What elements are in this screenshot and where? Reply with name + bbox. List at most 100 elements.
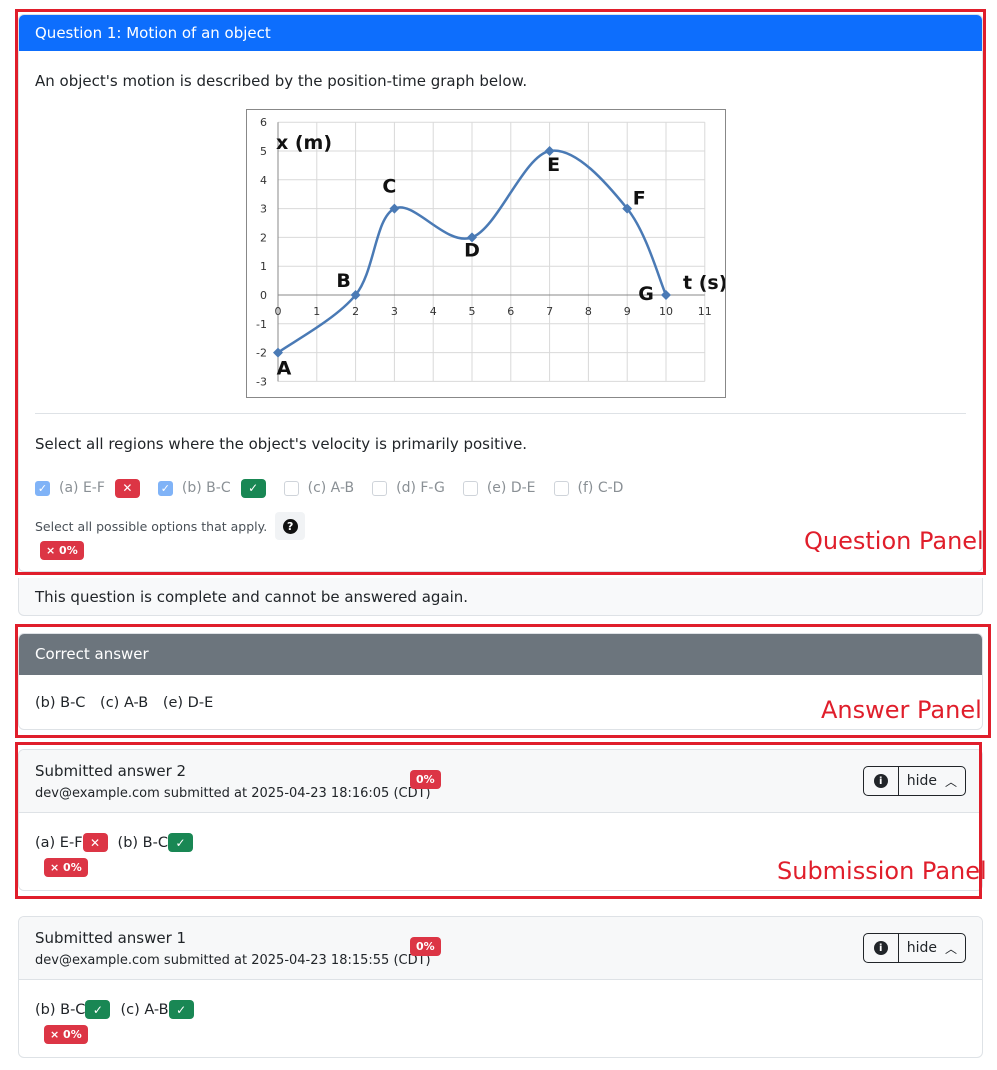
info-icon[interactable]: i <box>864 934 899 962</box>
hide-toggle-button[interactable]: i hide ︿ <box>862 933 966 963</box>
answer-item: (e) D-E <box>162 695 214 711</box>
submission-title: Submitted answer 1 <box>35 929 187 947</box>
option-a[interactable]: ✓ (a) E-F ✕ <box>35 478 140 498</box>
checkbox-icon[interactable] <box>462 480 478 496</box>
question-panel-annotation-label: Question Panel <box>804 527 984 555</box>
x-tick-label: 11 <box>698 305 712 318</box>
question-score: × 0% <box>40 540 84 560</box>
y-tick-label: -2 <box>256 347 267 360</box>
submission-panel-annotation-label: Submission Panel <box>777 857 987 885</box>
question-mark-icon: ? <box>282 518 298 534</box>
y-tick-label: 0 <box>260 289 267 302</box>
data-point-G <box>661 290 671 300</box>
x-tick-label: 1 <box>313 305 320 318</box>
x-tick-label: 10 <box>659 305 673 318</box>
x-tick-label: 0 <box>275 305 282 318</box>
hide-toggle-button[interactable]: i hide ︿ <box>862 766 966 796</box>
checkbox-icon[interactable] <box>372 480 388 496</box>
checkbox-icon[interactable] <box>553 480 569 496</box>
submission-footer-score: × 0% <box>44 1025 88 1044</box>
option-label: (a) E-F <box>59 480 105 496</box>
info-icon[interactable]: i <box>864 767 899 795</box>
submission-body: (b) B-C ✓ (c) A-B ✓ × 0% <box>19 980 982 1044</box>
option-label: (d) F-G <box>396 480 445 496</box>
x-tick-label: 5 <box>469 305 476 318</box>
submitted-item: (b) B-C ✓ <box>35 1000 111 1019</box>
help-text: Select all possible options that apply. … <box>35 512 306 540</box>
question-prompt: Select all regions where the object's ve… <box>35 435 528 453</box>
option-e[interactable]: (e) D-E <box>462 480 536 496</box>
options-list: ✓ (a) E-F ✕ ✓ (b) B-C ✓ (c) A-B (d) F-G … <box>35 477 641 499</box>
point-label-C: C <box>382 176 396 198</box>
question-card: Question 1: Motion of an object An objec… <box>18 14 983 572</box>
answer-item: (b) B-C <box>35 695 86 711</box>
submission-card-1: Submitted answer 1 dev@example.com submi… <box>18 916 983 1058</box>
hide-label: hide <box>906 773 937 789</box>
option-label: (c) A-B <box>307 480 355 496</box>
y-axis-label: x (m) <box>276 132 332 154</box>
submission-meta: dev@example.com submitted at 2025-04-23 … <box>35 786 431 801</box>
checkbox-icon[interactable] <box>283 480 299 496</box>
x-tick-label: 6 <box>507 305 514 318</box>
x-tick-label: 3 <box>391 305 398 318</box>
answer-item: (c) A-B <box>100 695 149 711</box>
submission-meta: dev@example.com submitted at 2025-04-23 … <box>35 953 431 968</box>
chevron-up-icon: ︿ <box>944 941 957 956</box>
submission-title: Submitted answer 2 <box>35 762 187 780</box>
y-tick-label: 3 <box>260 203 267 216</box>
y-tick-label: -1 <box>256 318 267 331</box>
answer-panel-annotation-label: Answer Panel <box>821 696 982 724</box>
correct-icon: ✓ <box>240 478 266 498</box>
submission-header: Submitted answer 2 dev@example.com submi… <box>19 750 982 813</box>
x-tick-label: 9 <box>624 305 631 318</box>
option-c[interactable]: (c) A-B <box>283 480 355 496</box>
help-text-label: Select all possible options that apply. <box>35 518 268 534</box>
x-tick-label: 2 <box>352 305 359 318</box>
y-tick-label: 4 <box>260 174 267 187</box>
option-d[interactable]: (d) F-G <box>372 480 445 496</box>
submission-score-badge: 0% <box>410 937 441 956</box>
option-label: (f) C-D <box>577 480 624 496</box>
option-b[interactable]: ✓ (b) B-C ✓ <box>157 478 266 498</box>
question-intro: An object's motion is described by the p… <box>35 72 528 90</box>
y-tick-label: 5 <box>260 145 267 158</box>
point-label-F: F <box>633 188 646 210</box>
y-tick-label: 6 <box>260 116 267 129</box>
point-label-D: D <box>464 239 480 261</box>
x-tick-label: 7 <box>546 305 553 318</box>
x-tick-label: 4 <box>430 305 437 318</box>
point-label-G: G <box>638 283 654 305</box>
hide-label: hide <box>906 940 937 956</box>
correct-icon: ✓ <box>167 833 193 852</box>
incorrect-icon: ✕ <box>114 478 140 498</box>
position-time-graph: 0 1 2 3 4 5 6 7 8 9 10 11 6 5 4 3 2 1 0 -1 -2 -3 x (m) t (s) A B C… <box>246 109 727 398</box>
checkbox-checked-icon[interactable]: ✓ <box>35 480 50 496</box>
y-tick-label: -3 <box>256 375 267 388</box>
graph-svg: 0 1 2 3 4 5 6 7 8 9 10 116543210-1-2-3x (m)t (s)ABC… <box>256 116 727 388</box>
answer-header: Correct answer <box>19 634 982 675</box>
submission-footer-score: × 0% <box>44 858 88 877</box>
x-axis-label: t (s) <box>683 272 725 294</box>
option-f[interactable]: (f) C-D <box>553 480 624 496</box>
point-label-E: E <box>547 154 560 176</box>
submission-score-badge: 0% <box>410 770 441 789</box>
checkbox-checked-icon[interactable]: ✓ <box>157 480 173 496</box>
help-button[interactable]: ? <box>275 512 306 540</box>
option-label: (b) B-C <box>181 480 231 496</box>
incorrect-icon: ✕ <box>82 833 108 852</box>
chevron-up-icon: ︿ <box>944 774 957 789</box>
x-tick-label: 8 <box>585 305 592 318</box>
submitted-item: (a) E-F ✕ <box>35 833 108 852</box>
y-tick-label: 2 <box>260 231 267 244</box>
point-label-A: A <box>277 358 292 380</box>
score-badge: × 0% <box>40 541 84 560</box>
correct-icon: ✓ <box>85 1000 111 1019</box>
submitted-item: (c) A-B ✓ <box>120 1000 194 1019</box>
submitted-item: (b) B-C ✓ <box>118 833 193 852</box>
divider <box>35 413 966 414</box>
option-label: (e) D-E <box>486 480 536 496</box>
y-tick-label: 1 <box>260 260 267 273</box>
submission-header: Submitted answer 1 dev@example.com submi… <box>19 917 982 980</box>
question-header: Question 1: Motion of an object <box>19 15 982 51</box>
point-label-B: B <box>336 270 350 292</box>
